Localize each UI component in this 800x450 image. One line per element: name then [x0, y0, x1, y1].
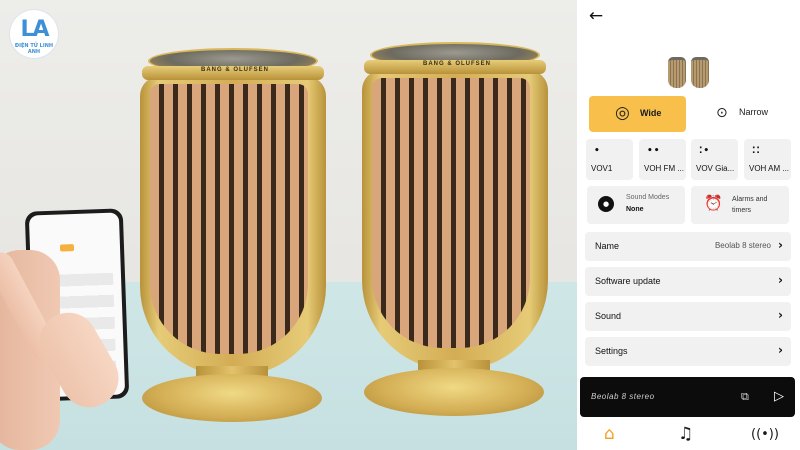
logo-mark-icon: LA	[20, 17, 49, 42]
cast-icon[interactable]: ⧉	[741, 390, 749, 404]
preset-dots-icon: ••	[647, 146, 661, 156]
speaker-thumb-right	[691, 57, 709, 88]
preset-voh-fm[interactable]: •• VOH FM ...	[639, 139, 686, 180]
name-row[interactable]: Name Beolab 8 stereo ›	[585, 232, 791, 261]
speaker-wood-slats	[372, 78, 530, 348]
sound-modes-icon: ●	[598, 196, 614, 212]
sound-row[interactable]: Sound ›	[585, 302, 791, 331]
speaker-base	[142, 374, 322, 422]
row-label: Name	[595, 241, 620, 251]
speaker-pair-thumbnail	[668, 57, 710, 88]
alarm-clock-icon: ⏰	[704, 194, 723, 212]
preset-label: VOV1	[591, 164, 613, 173]
preset-label: VOH AM ...	[749, 164, 790, 173]
speaker-brand: BANG & OLUFSEN	[423, 61, 491, 67]
alarms-timers-card[interactable]: ⏰ Alarms and timers	[691, 186, 789, 224]
narrow-mode-label: Narrow	[739, 107, 769, 117]
row-label: Software update	[595, 276, 661, 286]
speaker-base	[364, 368, 544, 416]
preset-label: VOV Gia...	[696, 164, 735, 173]
radio-broadcast-icon[interactable]: ((•))	[751, 427, 779, 442]
arrow-left-icon[interactable]: ←	[585, 6, 607, 26]
hand	[0, 200, 130, 450]
preset-dots-icon: ⁚⁚	[752, 146, 761, 156]
home-icon[interactable]: ⌂	[604, 424, 615, 444]
sound-modes-value: None	[626, 206, 644, 213]
player-source: Beolab 8 stereo	[591, 392, 655, 401]
speaker-wood-slats	[150, 84, 308, 354]
app-panel: ← ◎ Wide ⊙ Narrow • VOV1 •• VOH FM ... ⁚…	[577, 0, 800, 450]
narrow-mode-button[interactable]: ⊙ Narrow	[689, 96, 786, 132]
software-update-row[interactable]: Software update ›	[585, 267, 791, 296]
product-photo: LA ĐIỆN TỬ LINH ANH BANG & OLUFSEN BANG …	[0, 0, 577, 450]
beam-mode-selector: ◎ Wide ⊙ Narrow	[585, 96, 791, 134]
row-value: Beolab 8 stereo	[714, 241, 771, 250]
preset-vov-gia[interactable]: ⁚• VOV Gia...	[691, 139, 738, 180]
chevron-right-icon: ›	[778, 238, 783, 252]
music-note-icon[interactable]: ♫	[678, 424, 693, 444]
preset-voh-am[interactable]: ⁚⁚ VOH AM ...	[744, 139, 791, 180]
settings-row[interactable]: Settings ›	[585, 337, 791, 366]
row-label: Sound	[595, 311, 622, 321]
preset-vov1[interactable]: • VOV1	[586, 139, 633, 180]
wide-mode-button[interactable]: ◎ Wide	[589, 96, 686, 132]
chevron-right-icon: ›	[778, 343, 783, 357]
row-label: Settings	[595, 346, 628, 356]
chevron-right-icon: ›	[778, 273, 783, 287]
preset-dots-icon: ⁚•	[699, 146, 711, 156]
bottom-nav: ⌂ ♫ ((•))	[577, 420, 800, 450]
chevron-right-icon: ›	[778, 308, 783, 322]
logo-text: ĐIỆN TỬ LINH ANH	[14, 43, 54, 55]
wide-mode-label: Wide	[640, 108, 662, 118]
preset-label: VOH FM ...	[644, 164, 684, 173]
watermark-logo: LA ĐIỆN TỬ LINH ANH	[10, 10, 58, 58]
speaker-thumb-left	[668, 57, 686, 88]
sound-modes-title: Sound Modes	[626, 194, 670, 201]
alarms-timers-title: Alarms and timers	[732, 196, 768, 214]
sound-modes-card[interactable]: ● Sound Modes None	[587, 186, 685, 224]
speaker-brand: BANG & OLUFSEN	[201, 67, 269, 73]
mini-player[interactable]: Beolab 8 stereo ⧉ ▷	[580, 377, 795, 417]
play-icon[interactable]: ▷	[774, 389, 784, 404]
beam-narrow-icon: ⊙	[716, 105, 728, 121]
radio-presets: • VOV1 •• VOH FM ... ⁚• VOV Gia... ⁚⁚ VO…	[585, 139, 793, 181]
preset-dots-icon: •	[594, 146, 601, 156]
beam-wide-icon: ◎	[615, 103, 630, 123]
